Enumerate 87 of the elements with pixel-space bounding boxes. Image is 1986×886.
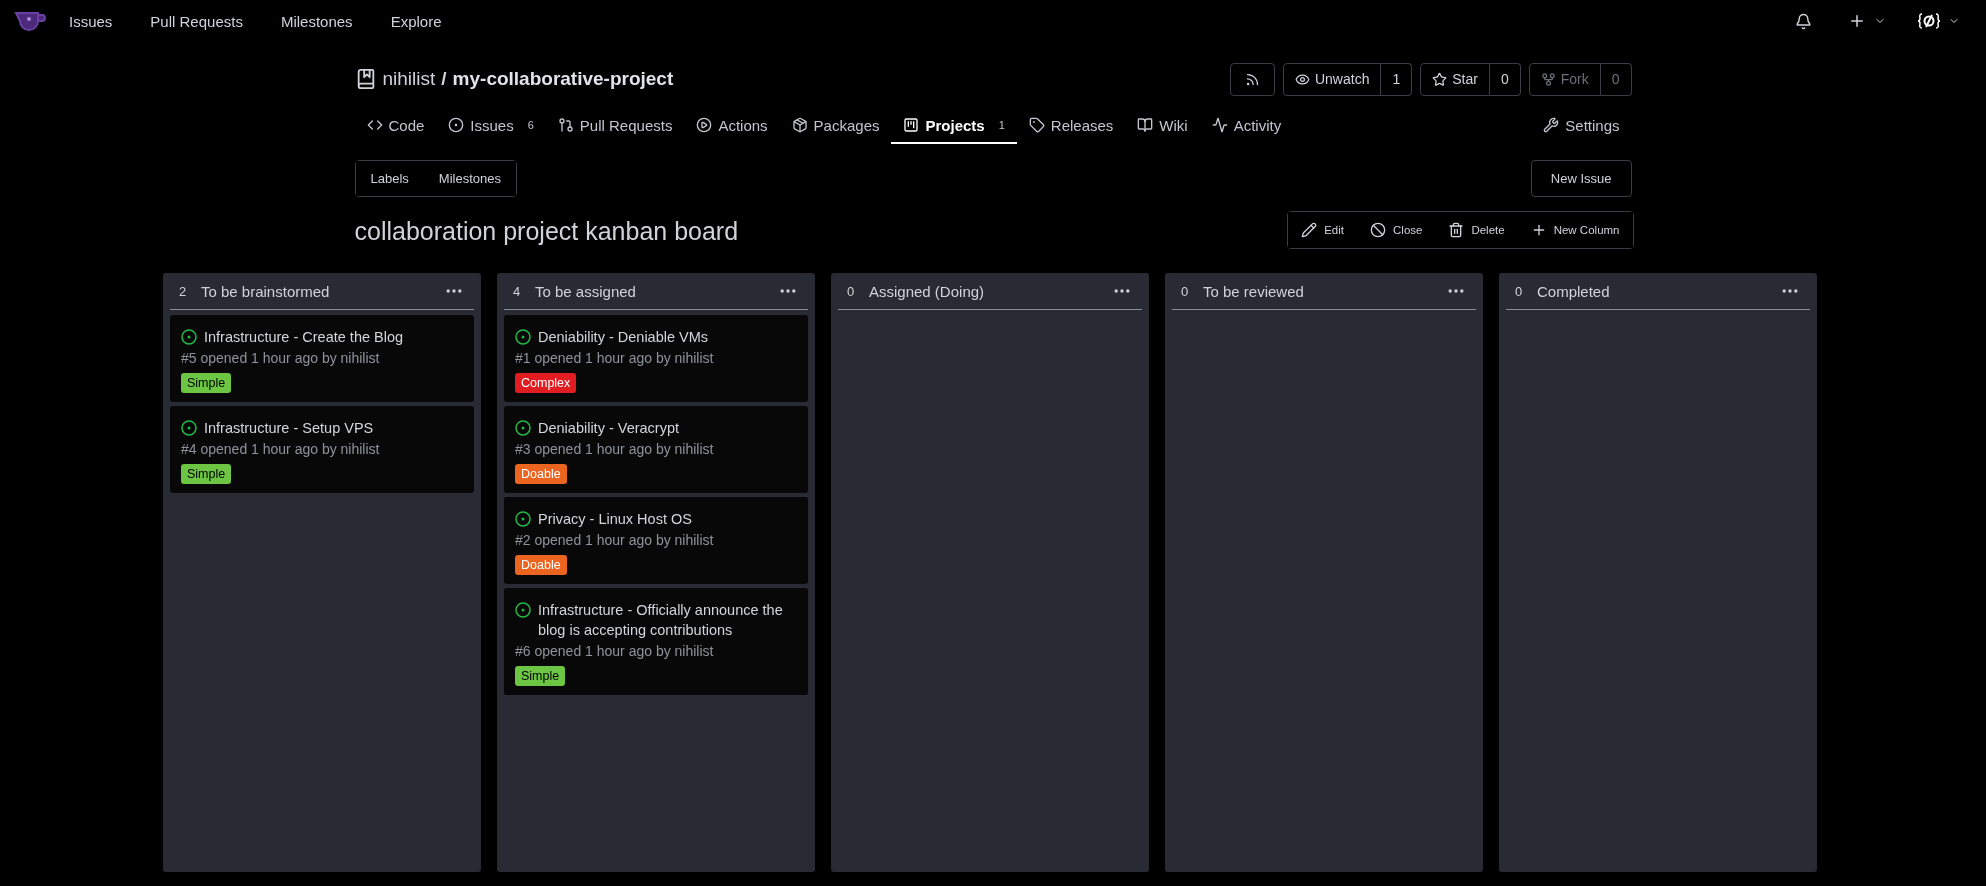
repo-tab[interactable]: Code <box>354 108 437 144</box>
activity-icon <box>1211 117 1228 133</box>
column-title: To be assigned <box>535 282 637 300</box>
column-title: Completed <box>1537 282 1611 300</box>
edit-icon <box>1301 222 1318 238</box>
issue-meta: #5 opened 1 hour ago by nihilist <box>181 350 381 366</box>
repo-tab[interactable]: Issues 6 <box>436 108 546 144</box>
wiki-icon <box>1137 117 1154 133</box>
nav-link[interactable]: Explore <box>375 6 457 36</box>
issue-label: Complex <box>515 373 577 393</box>
column-count: 0 <box>1515 283 1524 299</box>
open-issue-icon <box>515 329 531 345</box>
code-icon <box>366 117 383 133</box>
issue-title[interactable]: Deniability - Deniable VMs <box>538 327 709 347</box>
new-issue-button[interactable]: New Issue <box>1530 160 1632 197</box>
issue-card[interactable]: Infrastructure - Setup VPS #4 opened 1 hour ago by nihilist Simple <box>170 406 474 493</box>
nav-link[interactable]: Milestones <box>265 6 368 36</box>
releases-icon <box>1028 117 1045 133</box>
issue-card[interactable]: Deniability - Veracrypt #3 opened 1 hour ago by nihilist Doable <box>504 406 808 493</box>
projects-icon <box>903 117 920 133</box>
repo-tab[interactable]: Activity <box>1199 108 1294 144</box>
issue-meta: #2 opened 1 hour ago by nihilist <box>515 532 715 548</box>
issue-meta: #3 opened 1 hour ago by nihilist <box>515 441 715 457</box>
open-issue-icon <box>181 420 197 436</box>
rss-button[interactable] <box>1229 62 1275 96</box>
star-icon <box>1432 71 1448 87</box>
teacup-logo-icon[interactable] <box>14 10 46 32</box>
issue-label: Simple <box>181 464 232 484</box>
open-issue-icon <box>515 602 531 618</box>
notification-bell-icon[interactable] <box>1795 12 1812 30</box>
path-separator: / <box>441 68 447 90</box>
fork-icon <box>1540 71 1556 87</box>
column-title: To be reviewed <box>1203 282 1305 300</box>
issue-card[interactable]: Deniability - Deniable VMs #1 opened 1 hour ago by nihilist Complex <box>504 315 808 402</box>
issue-card[interactable]: Infrastructure - Officially announce the blog is accepting contributions #6 opened 1 hour ago by nihilist Simple <box>504 588 808 695</box>
delete-icon <box>1448 222 1465 238</box>
open-issue-icon <box>515 420 531 436</box>
tab-count: 6 <box>527 119 534 131</box>
issue-label: Doable <box>515 464 567 484</box>
issue-title[interactable]: Deniability - Veracrypt <box>538 418 680 438</box>
close-icon <box>1370 222 1386 238</box>
issue-title[interactable]: Infrastructure - Setup VPS <box>204 418 374 438</box>
watch-icon <box>1294 71 1310 87</box>
column-count: 2 <box>179 283 188 299</box>
repo-tab[interactable]: Packages <box>779 108 892 144</box>
user-avatar-icon[interactable] <box>1918 12 1940 30</box>
pulls-icon <box>557 117 574 133</box>
nav-link[interactable]: Pull Requests <box>135 6 258 36</box>
settings-tab[interactable]: Settings <box>1531 108 1632 144</box>
issue-title[interactable]: Infrastructure - Create the Blog <box>204 327 404 347</box>
issue-label: Doable <box>515 555 567 575</box>
plus-icon[interactable] <box>1848 12 1866 30</box>
issue-label: Simple <box>181 373 232 393</box>
settings-icon <box>1543 117 1560 133</box>
column-count: 0 <box>1181 283 1190 299</box>
issue-meta: #4 opened 1 hour ago by nihilist <box>181 441 381 457</box>
count-badge[interactable]: 0 <box>1489 62 1521 96</box>
open-issue-icon <box>181 329 197 345</box>
issue-card[interactable]: Privacy - Linux Host OS #2 opened 1 hour ago by nihilist Doable <box>504 497 808 584</box>
watch-button[interactable]: Unwatch <box>1282 62 1382 96</box>
issue-title[interactable]: Privacy - Linux Host OS <box>538 509 692 529</box>
actions-icon <box>696 117 713 133</box>
column-count: 4 <box>513 283 522 299</box>
repo-name-link[interactable]: my-collaborative-project <box>452 68 674 90</box>
repo-owner-link[interactable]: nihilist <box>382 68 436 90</box>
repo-tab[interactable]: Actions <box>684 108 780 144</box>
packages-icon <box>791 117 808 133</box>
repo-tab[interactable]: Pull Requests <box>545 108 685 144</box>
issue-title[interactable]: Infrastructure - Officially announce the blog is accepting contributions <box>538 600 797 640</box>
project-title: collaboration project kanban board <box>354 216 739 246</box>
rss-icon <box>1244 71 1260 87</box>
column-title: To be brainstormed <box>201 282 331 300</box>
issue-meta: #1 opened 1 hour ago by nihilist <box>515 350 715 366</box>
open-issue-icon <box>515 511 531 527</box>
repo-tab[interactable]: Releases <box>1016 108 1126 144</box>
issue-card[interactable]: Infrastructure - Create the Blog #5 opened 1 hour ago by nihilist Simple <box>170 315 474 402</box>
nav-link[interactable]: Issues <box>54 6 128 36</box>
column-count: 0 <box>847 283 856 299</box>
issues-icon <box>448 117 465 133</box>
count-badge[interactable]: 1 <box>1381 62 1413 96</box>
star-button[interactable]: Star <box>1420 62 1490 96</box>
issue-meta: #6 opened 1 hour ago by nihilist <box>515 643 715 659</box>
issue-label: Simple <box>515 666 566 686</box>
repo-tab[interactable]: Projects 1 <box>891 108 1017 144</box>
tab-count: 1 <box>998 119 1005 131</box>
repo-tab[interactable]: Wiki <box>1125 108 1200 144</box>
column-title: Assigned (Doing) <box>869 282 986 300</box>
